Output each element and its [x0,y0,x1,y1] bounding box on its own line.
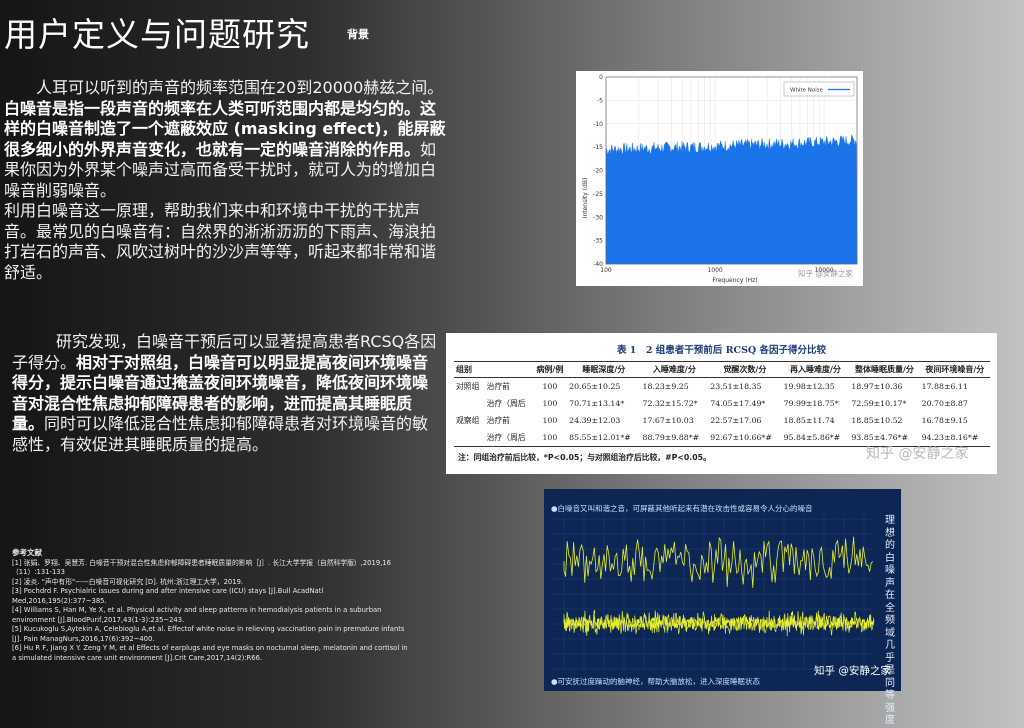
research-sentence-3: 同时可以降低混合性焦虑抑郁障碍患者对环境噪音的敏感性，有效促进其睡眠质量的提高。 [12,414,429,454]
table-cell: 治疗前 [486,416,510,425]
table-cell: 18.85±10.52 [851,416,903,425]
table-cell: 100 [542,399,558,408]
reference-item: [4] Williams S, Han M, Ye X, et al. Phys… [12,606,382,624]
references: 参考文献 [1] 张娟、罗翔、吴慧芳. 白噪音干预对混合性焦虑抑郁障碍患者睡眠质… [12,548,412,663]
table-row: 治疗（周后 100 70.71±13.14* 72.32±15.72* 74.05±17… [454,395,990,412]
intro-sentence-2: 白噪音是指一段声音的频率在人类可听范围内都是均匀的。这样的白噪音制造了一个遮蔽效… [4,98,446,159]
x-axis-label: Frequency (Hz) [712,277,757,284]
reference-item: [5] Kucukoglu S,Aytekin A, Celebioglu A,… [12,625,405,643]
table-cell: 95.84±5.86*# [781,429,850,447]
table-cell: 79.99±18.75* [783,399,839,408]
waveform-watermark: 知乎 @安静之家 [814,665,891,677]
y-tick-label: -10 [593,121,603,128]
table-note: 注：同组治疗前后比较，*P<0.05；与对照组治疗后比较，#P<0.05。 [458,453,711,462]
rcsq-table: 组别 病例/例 睡眠深度/分 入睡难度/分 觉醒次数/分 再入睡难度/分 整体睡眠质量/分夜… [454,361,990,447]
table-cell: 治疗前 [486,382,510,391]
table-cell: 88.79±9.88*# [640,429,709,447]
table-header-cell: 再入睡难度/分 [781,361,850,378]
table-cell: 20.65±10.25 [569,382,621,391]
waveform-caption-top: ●白噪音又叫和谐之音，可屏蔽其他听起来有潜在攻击性或容易令人分心的噪音 [551,504,813,513]
table-cell: 17.88±6.11 [921,382,968,391]
table-cell: 100 [542,416,558,425]
table-cell: 18.85±11.74 [783,416,835,425]
y-tick-label: -20 [593,168,603,175]
table-cell: 74.05±17.49* [710,399,766,408]
white-noise-chart-svg: Intensity (dB) Frequency (Hz) 0 -5 -10 -15 -… [582,74,858,284]
table-cell: 100 [532,429,568,447]
table-cell: 20.70±8.87 [921,399,968,408]
reference-item: [6] Hu R F, Jiang X Y. Zeng Y M, et al E… [12,644,408,662]
table-watermark: 知乎 @安静之家 [866,446,969,462]
waveform-panel: ●白噪音又叫和谐之音，可屏蔽其他听起来有潜在攻击性或容易令人分心的噪音 ●可安抚… [544,489,901,726]
waveform-side-text: 理想的白噪声在全频域几乎是同等强度 [885,515,895,726]
table-title: 表 1 2 组患者干预前后 RCSQ 各因子得分比较 [616,345,827,356]
y-tick-label: 0 [599,74,603,81]
table-cell: 70.71±13.14* [569,399,625,408]
waveform-caption-bottom: ●可安抚过度躁动的脑神经，帮助大脑放松，进入深度睡眠状态 [551,677,761,686]
table-row: 对照组 治疗前 100 20.65±10.25 18.23±9.25 23.51±18.3… [454,378,990,396]
table-cell: 18.97±10.36 [851,382,903,391]
table-header-cell: 夜间环境噪音/分 [919,361,990,378]
x-tick-label: 1000 [707,267,722,274]
table-cell: 72.32±15.72* [642,399,698,408]
table-row: 观察组 治疗前 100 24.39±12.03 17.67±10.03 22.57±17.… [454,412,990,429]
reference-item: [3] Pochdrd F. Psychialric issues during… [12,587,324,605]
reference-item: [1] 张娟、罗翔、吴慧芳. 白噪音干预对混合性焦虑抑郁障碍患者睡眠质量的影响［… [12,558,391,577]
table-header-cell: 病例/例 [532,361,568,378]
research-paragraph: 研究发现，白噪音干预后可以显著提高患者RCSQ各因子得分。相对于对照组，白噪音可… [12,332,438,455]
waveform-svg [550,513,875,671]
y-tick-label: -5 [597,97,603,104]
intro-paragraph: 人耳可以听到的声音的频率范围在20到20000赫兹之间。白噪音是指一段声音的频率… [4,78,446,283]
table-cell: 观察组 [456,416,480,425]
table-cell: 对照组 [456,382,480,391]
table-cell: 治疗（周后 [484,429,533,447]
table-cell: 17.67±10.03 [642,416,694,425]
intro-sentence-4: 利用白噪音这一原理，帮助我们来中和环境中干扰的干扰声音。最常见的白噪音有：自然界… [4,201,437,282]
table-header-cell: 组别 [454,361,485,378]
chart-watermark: 知乎 @安静之家 [798,268,853,278]
table-header-cell [484,361,533,378]
page-subtitle: 背景 [347,28,369,41]
reference-item: [2] 凌炎. "声中有形"——白噪音可视化研究 [D]. 杭州:浙江理工大学，… [12,577,244,586]
table-header-cell: 整体睡眠质量/分 [849,361,920,378]
table-cell: 72.59±10.17* [851,399,907,408]
y-tick-label: -15 [593,144,603,151]
table-cell: 16.78±9.15 [921,416,968,425]
table-cell: 24.39±12.03 [569,416,621,425]
table-cell: 19.98±12.35 [783,382,835,391]
y-axis-label: Intensity (dB) [582,178,589,219]
white-noise-chart: Intensity (dB) Frequency (Hz) 0 -5 -10 -15 -… [576,71,863,286]
table-header-cell: 睡眠深度/分 [567,361,641,378]
y-tick-label: -35 [593,238,603,245]
references-heading: 参考文献 [12,548,42,557]
y-tick-label: -30 [593,214,603,221]
table-cell: 18.23±9.25 [642,382,689,391]
table-header-cell: 入睡难度/分 [640,361,709,378]
table-cell: 22.57±17.06 [710,416,762,425]
table-cell: 85.55±12.01*# [567,429,641,447]
intro-sentence-1: 人耳可以听到的声音的频率范围在20到20000赫兹之间。 [36,78,444,97]
table-cell: 100 [542,382,558,391]
legend-label: White Noise [790,88,824,94]
table-cell: 治疗（周后 [486,399,526,408]
table-cell [454,429,485,447]
irregular-noise-wave [563,536,874,588]
table-header-cell: 觉醒次数/分 [708,361,782,378]
table-cell: 23.51±18.35 [710,382,762,391]
page-title: 用户定义与问题研究 [4,15,310,54]
table-cell: 92.67±10.66*# [708,429,782,447]
table-header-row: 组别 病例/例 睡眠深度/分 入睡难度/分 觉醒次数/分 再入睡难度/分 整体睡眠质量/分夜… [454,361,990,378]
table-cell [454,395,485,412]
x-tick-label: 100 [600,267,612,274]
white-noise-area [605,134,858,265]
y-tick-label: -25 [593,191,603,198]
